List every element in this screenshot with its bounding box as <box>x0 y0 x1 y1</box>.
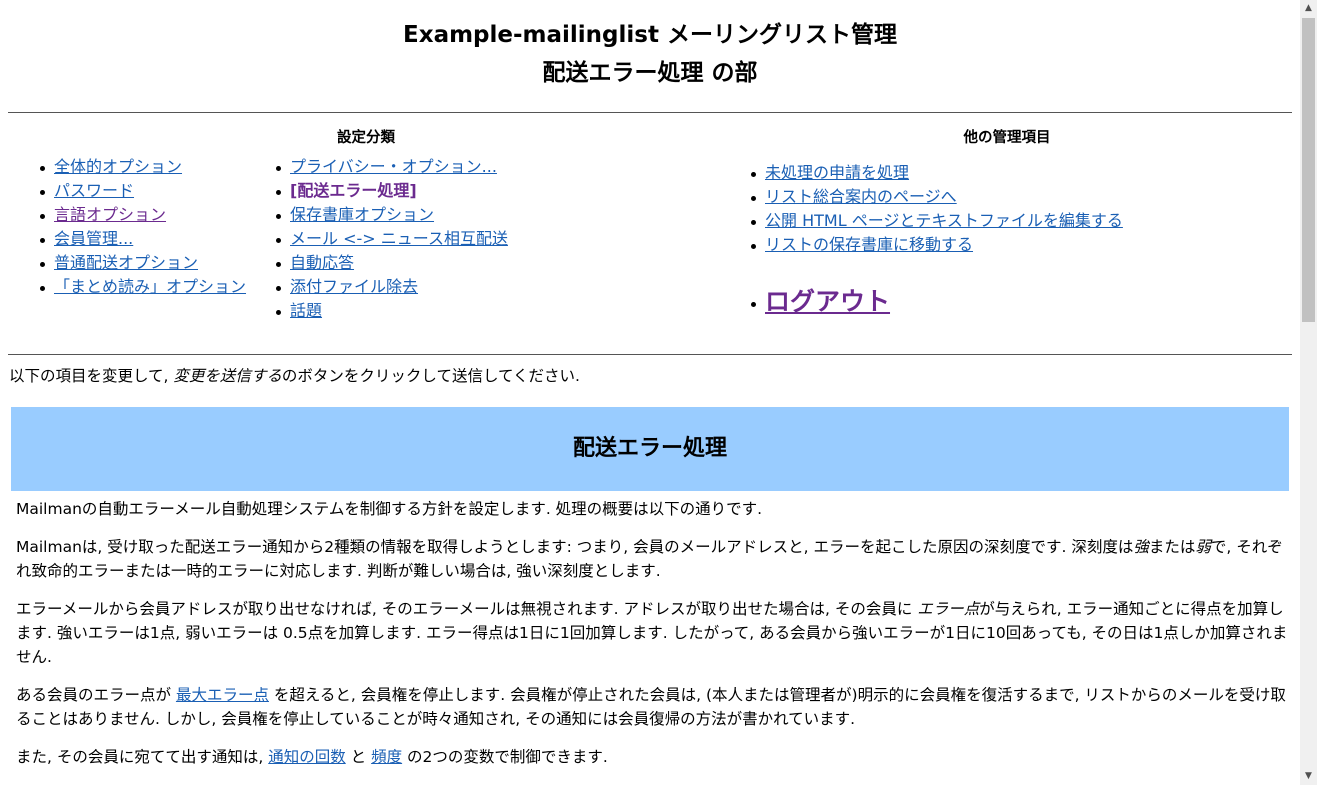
p2-weak-term: 弱 <box>1195 538 1211 556</box>
notice-count-link[interactable]: 通知の回数 <box>268 748 346 766</box>
p5-text-b: と <box>345 748 372 766</box>
max-bounce-score-link[interactable]: 最大エラー点 <box>176 686 269 704</box>
paragraph-4: ある会員のエラー点が 最大エラー点 を超えると, 会員権を停止します. 会員権が… <box>16 683 1288 731</box>
nav-link-nondigest[interactable]: 普通配送オプション <box>54 253 198 272</box>
other-admin-heading: 他の管理項目 <box>963 130 1051 146</box>
other-item-archives: リストの保存書庫に移動する <box>749 233 1123 257</box>
nav-item-bounce: [配送エラー処理] <box>274 179 508 203</box>
nav-item-gateway: メール <-> ニュース相互配送 <box>274 227 508 251</box>
nav-link-members[interactable]: 会員管理... <box>54 229 133 248</box>
nav-item-contentfilter: 添付ファイル除去 <box>274 275 508 299</box>
intro-text: 以下の項目を変更して, 変更を送信するのボタンをクリックして送信してください. <box>9 365 580 387</box>
nav-item-digest: 「まとめ読み」オプション <box>38 275 246 299</box>
p2-strong-term: 強 <box>1133 538 1149 556</box>
paragraph-1: Mailmanの自動エラーメール自動処理システムを制御する方針を設定します. 処… <box>16 500 763 518</box>
other-link-archives[interactable]: リストの保存書庫に移動する <box>765 235 973 254</box>
nav-link-topics[interactable]: 話題 <box>290 301 322 320</box>
nav-link-password[interactable]: パスワード <box>54 181 134 200</box>
other-item-listinfo: リスト総合案内のページへ <box>749 185 1123 209</box>
other-item-edithtml: 公開 HTML ページとテキストファイルを編集する <box>749 209 1123 233</box>
logout-link[interactable]: ログアウト <box>765 287 890 316</box>
nav-item-members: 会員管理... <box>38 227 246 251</box>
nav-current-bounce: [配送エラー処理] <box>290 181 417 200</box>
nav-item-language: 言語オプション <box>38 203 246 227</box>
scroll-thumb[interactable] <box>1302 18 1315 322</box>
nav-item-autoreply: 自動応答 <box>274 251 508 275</box>
other-link-listinfo[interactable]: リスト総合案内のページへ <box>765 187 957 206</box>
settings-heading: 設定分類 <box>337 130 395 146</box>
page-title: Example-mailinglist メーリングリスト管理 <box>403 22 897 48</box>
other-link-edithtml[interactable]: 公開 HTML ページとテキストファイルを編集する <box>765 211 1123 230</box>
page-subtitle: 配送エラー処理 の部 <box>542 60 758 86</box>
other-admin-list: 未処理の申請を処理 リスト総合案内のページへ 公開 HTML ページとテキストフ… <box>749 161 1123 257</box>
other-link-pending[interactable]: 未処理の申請を処理 <box>765 163 909 182</box>
paragraph-5: また, その会員に宛てて出す通知は, 通知の回数 と 頻度 の2つの変数で制御で… <box>16 745 1288 769</box>
p3-term: エラー点 <box>917 600 980 618</box>
page: Example-mailinglist メーリングリスト管理 配送エラー処理 の… <box>0 0 1300 785</box>
logout-item: ログアウト <box>749 282 890 318</box>
section-title: 配送エラー処理 <box>11 407 1289 491</box>
nav-item-archive: 保存書庫オプション <box>274 203 508 227</box>
intro-before: 以下の項目を変更して, <box>9 367 174 385</box>
paragraph-2: Mailmanは, 受け取った配送エラー通知から2種類の情報を取得しようとします… <box>16 535 1288 583</box>
p5-text-c: の2つの変数で制御できます. <box>402 748 608 766</box>
nav-link-gateway[interactable]: メール <-> ニュース相互配送 <box>290 229 508 248</box>
p5-text-a: また, その会員に宛てて出す通知は, <box>16 748 269 766</box>
nav-link-contentfilter[interactable]: 添付ファイル除去 <box>290 277 418 296</box>
nav-link-digest[interactable]: 「まとめ読み」オプション <box>54 277 246 296</box>
nav-link-privacy[interactable]: プライバシー・オプション... <box>290 157 497 176</box>
intro-after: のボタンをクリックして送信してください. <box>281 367 580 385</box>
other-item-pending: 未処理の申請を処理 <box>749 161 1123 185</box>
nav-item-topics: 話題 <box>274 299 508 323</box>
description: Mailmanの自動エラーメール自動処理システムを制御する方針を設定します. 処… <box>16 497 1288 783</box>
notice-interval-link[interactable]: 頻度 <box>371 748 402 766</box>
divider-top <box>8 112 1292 113</box>
nav-item-privacy: プライバシー・オプション... <box>274 155 508 179</box>
nav-link-archive[interactable]: 保存書庫オプション <box>290 205 434 224</box>
p4-text-a: ある会員のエラー点が <box>16 686 176 704</box>
scroll-up-arrow-icon[interactable]: ▲ <box>1300 0 1317 17</box>
nav-link-autoreply[interactable]: 自動応答 <box>290 253 354 272</box>
nav-link-language[interactable]: 言語オプション <box>54 205 166 224</box>
p2-text-a: Mailmanは, 受け取った配送エラー通知から2種類の情報を取得しようとします… <box>16 538 1134 556</box>
nav-item-general: 全体的オプション <box>38 155 246 179</box>
nav-item-password: パスワード <box>38 179 246 203</box>
nav-link-general[interactable]: 全体的オプション <box>54 157 182 176</box>
settings-list-col1: 全体的オプション パスワード 言語オプション 会員管理... 普通配送オプション… <box>38 155 246 299</box>
intro-emphasis: 変更を送信する <box>173 367 282 385</box>
p2-text-b: または <box>1148 538 1196 556</box>
p3-text-a: エラーメールから会員アドレスが取り出せなければ, そのエラーメールは無視されます… <box>16 600 918 618</box>
scroll-down-arrow-icon[interactable]: ▼ <box>1300 768 1317 785</box>
divider-mid <box>8 354 1292 355</box>
settings-list-col2: プライバシー・オプション... [配送エラー処理] 保存書庫オプション メール … <box>274 155 508 323</box>
nav-item-nondigest: 普通配送オプション <box>38 251 246 275</box>
paragraph-3: エラーメールから会員アドレスが取り出せなければ, そのエラーメールは無視されます… <box>16 597 1288 669</box>
vertical-scrollbar[interactable]: ▲ ▼ <box>1300 0 1317 785</box>
